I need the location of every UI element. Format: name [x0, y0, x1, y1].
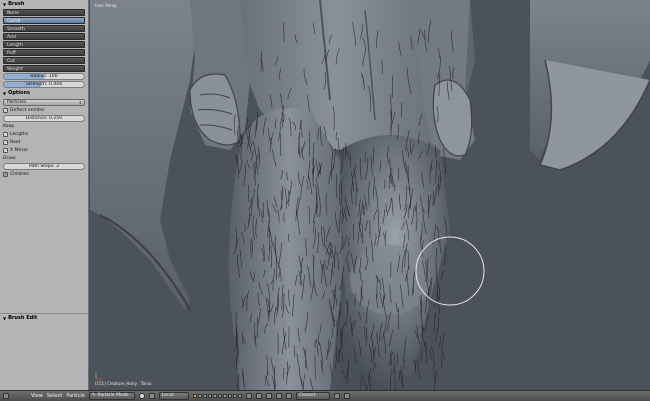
- brush-tool-cut[interactable]: Cut: [3, 57, 85, 64]
- particle-mode-icon: ✎: [91, 393, 96, 398]
- tool-shelf: ▼ Brush None Comb Smooth Add Length Puff Cut We…: [0, 0, 89, 390]
- strength-slider[interactable]: Strength: 0.444: [3, 81, 85, 88]
- render-icon[interactable]: [333, 393, 340, 399]
- edit-mode-value: Particles: [7, 100, 27, 105]
- path-steps-label: Path Steps: 2: [28, 164, 60, 169]
- layer-buttons[interactable]: [192, 394, 242, 398]
- menu-select[interactable]: Select: [47, 393, 62, 399]
- menu-view[interactable]: View: [31, 393, 43, 399]
- select-path-icon[interactable]: [245, 393, 252, 399]
- keep-root-checkbox[interactable]: ✓ Root: [3, 139, 85, 146]
- strength-label: Strength: 0.444: [25, 82, 63, 87]
- path-steps-field[interactable]: Path Steps: 2: [3, 163, 85, 170]
- checkbox-icon[interactable]: ✓: [3, 132, 8, 137]
- keep-x-mirror-checkbox[interactable]: ✓ X Mirror: [3, 147, 85, 154]
- keep-label: Keep: [3, 124, 15, 129]
- checkbox-icon[interactable]: ✓: [3, 140, 8, 145]
- brush-tool-comb[interactable]: Comb: [3, 17, 85, 24]
- snap-magnet-icon[interactable]: [285, 393, 292, 399]
- deflect-emitter-checkbox[interactable]: ✓ Deflect emitter: [3, 107, 85, 114]
- keep-options: ✓ Lengths ✓ Root ✓ X Mirror: [0, 131, 88, 154]
- snap-target-label: Closest: [298, 393, 316, 398]
- viewport-shading-icon[interactable]: [138, 393, 145, 399]
- brush-tool-add[interactable]: Add: [3, 33, 85, 40]
- hairy-creature-render: [90, 0, 650, 390]
- brush-tool-weight[interactable]: Weight: [3, 65, 85, 72]
- brush-header-label: Brush: [8, 1, 25, 7]
- draw-label: Draw:: [3, 156, 17, 161]
- orientation-label: Local: [161, 393, 174, 398]
- camera-icon[interactable]: [343, 393, 350, 399]
- options-header-label: Options: [8, 90, 30, 96]
- checkbox-icon[interactable]: ✓: [3, 148, 8, 153]
- viewport-header: View Select Particle ✎ Particle Mode Loc…: [0, 390, 650, 401]
- distance-label: Distance: 0.250: [25, 116, 63, 121]
- object-status-text: (151) Creature_Hairy : Torso: [95, 381, 152, 386]
- radius-slider[interactable]: Radius: 100: [3, 73, 85, 80]
- select-point-icon[interactable]: [255, 393, 262, 399]
- select-tip-icon[interactable]: [265, 393, 272, 399]
- keep-lengths-checkbox[interactable]: ✓ Lengths: [3, 131, 85, 138]
- collapse-triangle-icon[interactable]: ▼: [3, 0, 6, 9]
- brush-tool-smooth[interactable]: Smooth: [3, 25, 85, 32]
- collapse-triangle-icon[interactable]: ▼: [3, 89, 6, 98]
- brush-tool-puff[interactable]: Puff: [3, 49, 85, 56]
- brush-tool-list: None Comb Smooth Add Length Puff Cut Weight: [0, 9, 88, 72]
- radius-label: Radius: 100: [30, 74, 58, 79]
- keep-item-label: Root: [10, 140, 21, 145]
- brush-edit-header-label: Brush Edit: [8, 314, 38, 321]
- 3d-viewport[interactable]: User Persp (151) Creature_Hairy : Torso: [90, 0, 650, 390]
- brush-tool-none[interactable]: None: [3, 9, 85, 16]
- mode-label: Particle Mode: [97, 393, 129, 398]
- view-label: User Persp: [95, 3, 117, 8]
- collapse-triangle-icon[interactable]: ▼: [3, 314, 6, 323]
- snap-target-selector[interactable]: Closest: [295, 392, 330, 400]
- checkbox-icon[interactable]: ✓: [3, 108, 8, 113]
- mode-selector[interactable]: ✎ Particle Mode: [88, 392, 135, 400]
- options-panel-header[interactable]: ▼ Options: [0, 89, 88, 98]
- distance-field[interactable]: Distance: 0.250: [3, 115, 85, 122]
- orientation-selector[interactable]: Local: [158, 392, 189, 400]
- dropdown-arrow-icon: ⇕: [78, 100, 82, 105]
- children-checkbox[interactable]: Children: [3, 171, 85, 178]
- checkbox-icon[interactable]: [3, 172, 8, 177]
- axis-gizmo-icon: [95, 372, 103, 380]
- deflect-emitter-label: Deflect emitter: [10, 108, 45, 113]
- limit-selection-icon[interactable]: [275, 393, 282, 399]
- brush-panel-header[interactable]: ▼ Brush: [0, 0, 88, 9]
- menu-particle[interactable]: Particle: [66, 393, 84, 399]
- edit-mode-dropdown[interactable]: Particles ⇕: [3, 99, 85, 106]
- keep-item-label: Lengths: [10, 132, 29, 137]
- children-label: Children: [10, 172, 30, 177]
- editor-type-icon[interactable]: [3, 393, 9, 399]
- keep-item-label: X Mirror: [10, 148, 29, 153]
- pivot-point-icon[interactable]: [148, 393, 155, 399]
- left-wing: [90, 0, 200, 310]
- brush-tool-length[interactable]: Length: [3, 41, 85, 48]
- brush-edit-panel-header[interactable]: ▼ Brush Edit: [0, 313, 88, 322]
